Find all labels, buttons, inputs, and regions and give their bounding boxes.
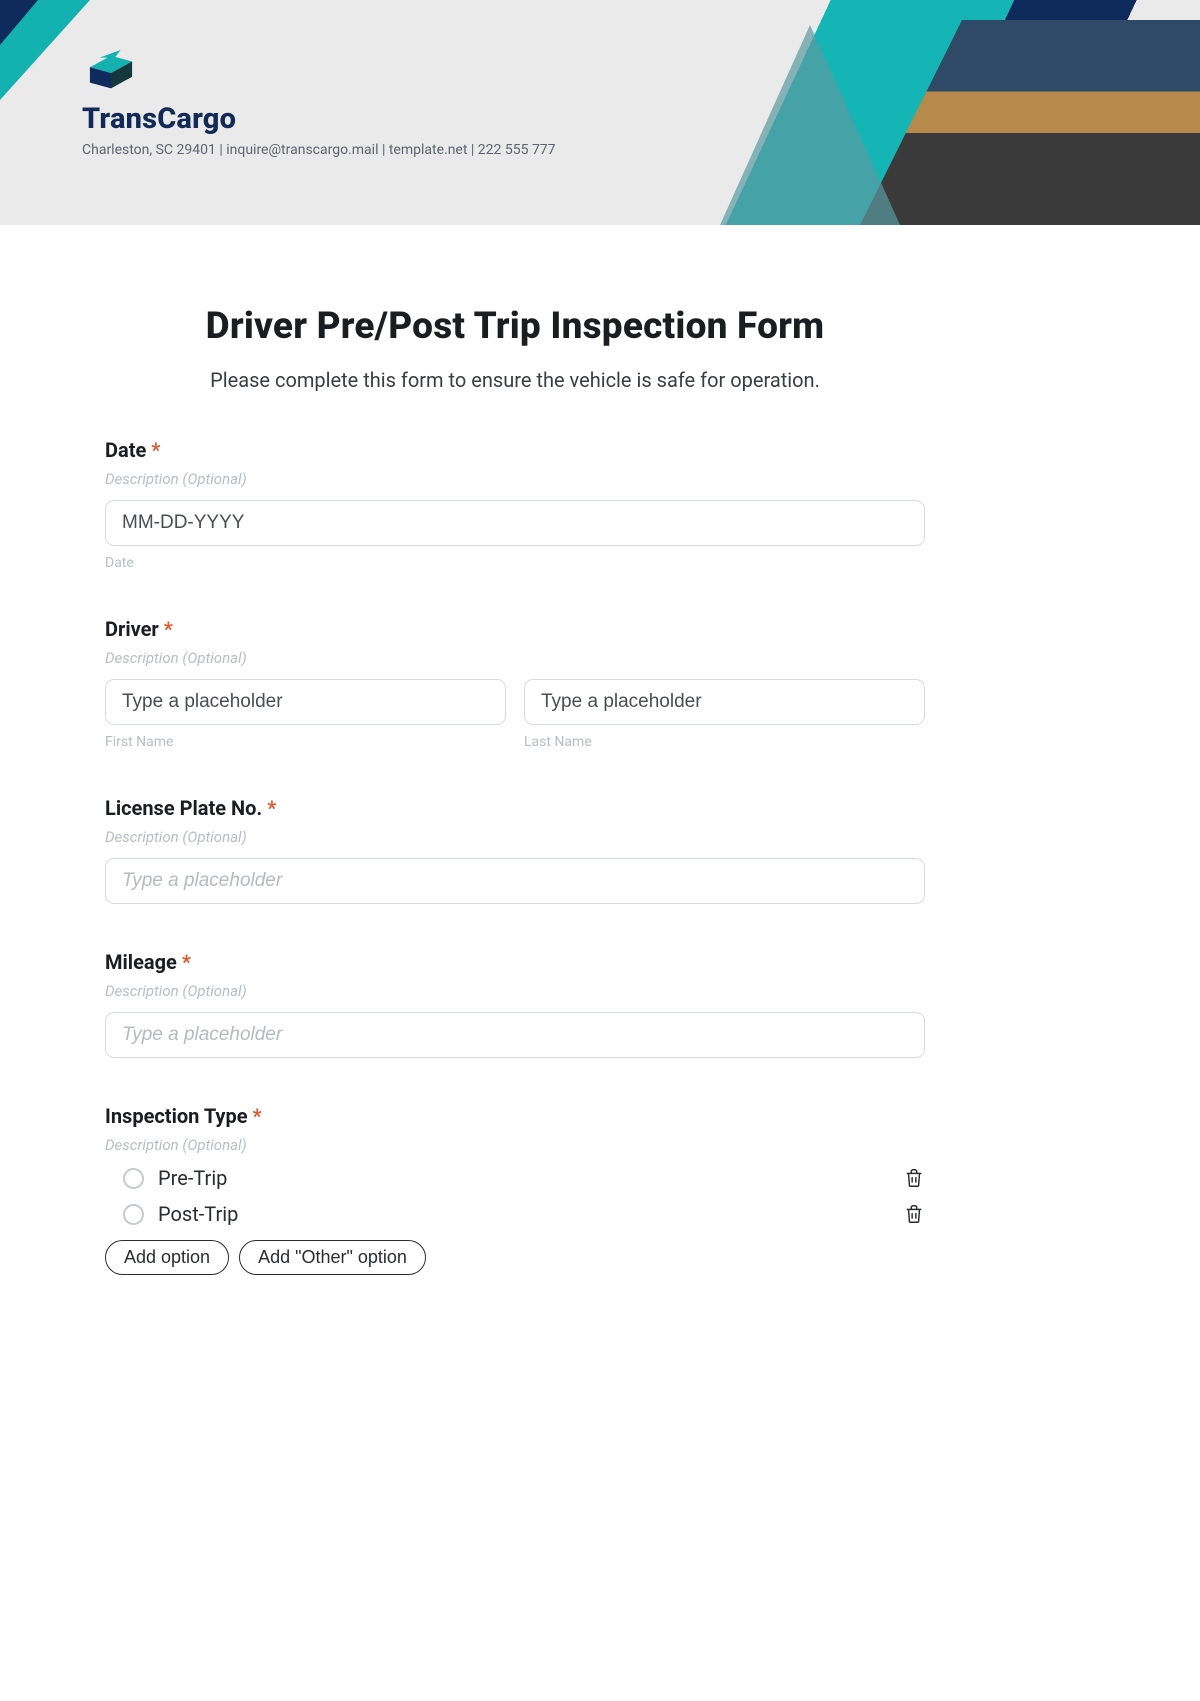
field-description[interactable]: Description (Optional)	[105, 470, 925, 488]
required-mark: *	[253, 1104, 262, 1128]
field-mileage: Mileage * Description (Optional)	[105, 950, 925, 1058]
field-label: Mileage *	[105, 950, 925, 974]
radio-option-row: Post-Trip	[123, 1202, 925, 1226]
driver-first-input[interactable]	[105, 679, 506, 725]
option-label: Pre-Trip	[158, 1166, 227, 1190]
field-description[interactable]: Description (Optional)	[105, 1136, 925, 1154]
field-label: Date *	[105, 438, 925, 462]
add-other-option-button[interactable]: Add "Other" option	[239, 1240, 426, 1275]
field-sublabel: Date	[105, 555, 925, 571]
field-description[interactable]: Description (Optional)	[105, 982, 925, 1000]
page-title: Driver Pre/Post Trip Inspection Form	[105, 305, 925, 348]
header-decoration	[720, 25, 900, 225]
field-description[interactable]: Description (Optional)	[105, 649, 925, 667]
header-banner: TransCargo Charleston, SC 29401 | inquir…	[0, 0, 1200, 225]
form-page: Driver Pre/Post Trip Inspection Form Ple…	[105, 225, 925, 1275]
field-label: Inspection Type *	[105, 1104, 925, 1128]
label-text: Driver	[105, 617, 159, 641]
field-date: Date * Description (Optional) Date	[105, 438, 925, 571]
label-text: License Plate No.	[105, 796, 262, 820]
date-input[interactable]	[105, 500, 925, 546]
brand-info: Charleston, SC 29401 | inquire@transcarg…	[82, 142, 556, 158]
add-option-button[interactable]: Add option	[105, 1240, 229, 1275]
radio-pre-trip[interactable]	[123, 1168, 144, 1189]
required-mark: *	[164, 617, 173, 641]
label-text: Inspection Type	[105, 1104, 248, 1128]
driver-last-input[interactable]	[524, 679, 925, 725]
field-label: License Plate No. *	[105, 796, 925, 820]
field-label: Driver *	[105, 617, 925, 641]
label-text: Date	[105, 438, 146, 462]
required-mark: *	[151, 438, 160, 462]
trash-icon[interactable]	[903, 1203, 925, 1225]
license-plate-input[interactable]	[105, 858, 925, 904]
field-inspection-type: Inspection Type * Description (Optional)…	[105, 1104, 925, 1275]
required-mark: *	[182, 950, 191, 974]
brand-block: TransCargo Charleston, SC 29401 | inquir…	[82, 50, 556, 158]
field-sublabel: First Name	[105, 734, 506, 750]
radio-post-trip[interactable]	[123, 1204, 144, 1225]
label-text: Mileage	[105, 950, 177, 974]
field-license-plate: License Plate No. * Description (Optiona…	[105, 796, 925, 904]
mileage-input[interactable]	[105, 1012, 925, 1058]
header-decoration	[0, 0, 38, 45]
field-driver: Driver * Description (Optional) First Na…	[105, 617, 925, 750]
option-label: Post-Trip	[158, 1202, 238, 1226]
field-description[interactable]: Description (Optional)	[105, 828, 925, 846]
field-sublabel: Last Name	[524, 734, 925, 750]
trash-icon[interactable]	[903, 1167, 925, 1189]
brand-name: TransCargo	[82, 102, 556, 136]
brand-logo-icon	[82, 50, 140, 96]
required-mark: *	[267, 796, 276, 820]
radio-option-row: Pre-Trip	[123, 1166, 925, 1190]
page-subtitle: Please complete this form to ensure the …	[105, 368, 925, 392]
